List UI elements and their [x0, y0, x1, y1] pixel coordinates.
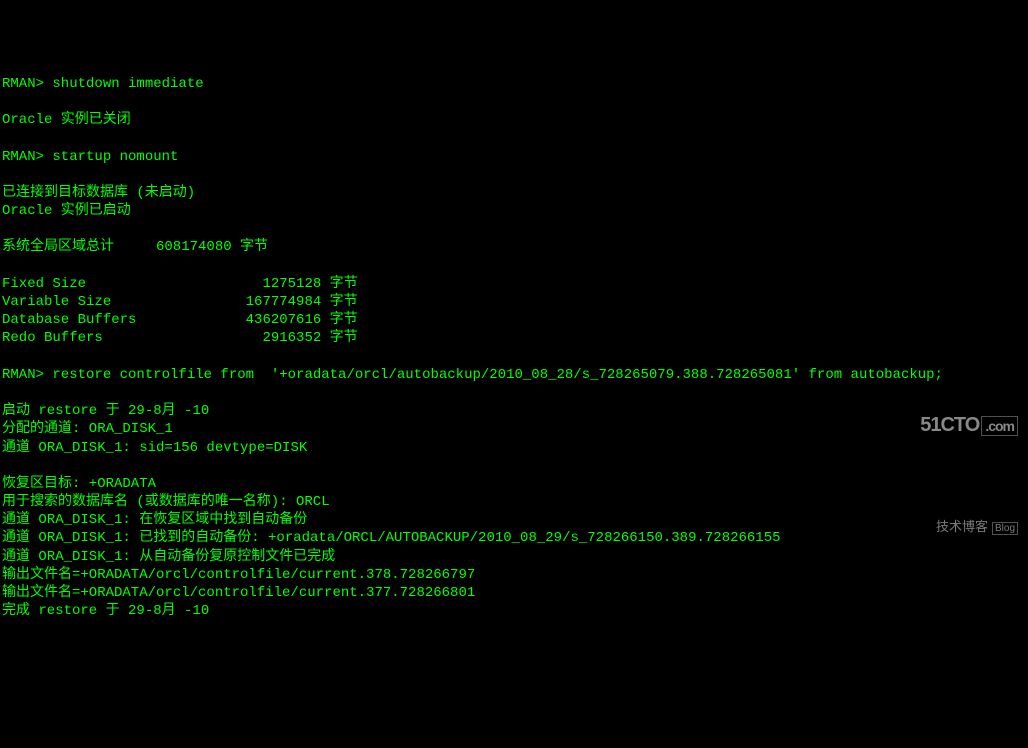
sga-total: 系统全局区域总计 608174080 字节 — [2, 239, 268, 255]
channel-alloc: 分配的通道: ORA_DISK_1 — [2, 421, 173, 437]
oracle-closed-msg: Oracle 实例已关闭 — [2, 112, 131, 128]
variable-size: Variable Size 167774984 字节 — [2, 294, 358, 310]
database-buffers: Database Buffers 436207616 字节 — [2, 312, 358, 328]
rman-prompt-shutdown: RMAN> shutdown immediate — [2, 76, 204, 92]
channel-restore-done: 通道 ORA_DISK_1: 从自动备份复原控制文件已完成 — [2, 549, 335, 565]
restore-start: 启动 restore 于 29-8月 -10 — [2, 403, 209, 419]
rman-prompt-startup: RMAN> startup nomount — [2, 149, 178, 165]
connected-msg: 已连接到目标数据库 (未启动) — [2, 185, 195, 201]
restore-done: 完成 restore 于 29-8月 -10 — [2, 603, 209, 619]
recovery-dest: 恢复区目标: +ORADATA — [2, 476, 156, 492]
watermark-domain: 51CTO.com — [902, 386, 1018, 464]
rman-prompt-restore: RMAN> restore controlfile from '+oradata… — [2, 367, 943, 383]
channel-found: 通道 ORA_DISK_1: 在恢复区域中找到自动备份 — [2, 512, 307, 528]
fixed-size: Fixed Size 1275128 字节 — [2, 276, 358, 292]
output-file-2: 输出文件名=+ORADATA/orcl/controlfile/current.… — [2, 585, 475, 601]
channel-info: 通道 ORA_DISK_1: sid=156 devtype=DISK — [2, 440, 307, 456]
output-file-1: 输出文件名=+ORADATA/orcl/controlfile/current.… — [2, 567, 475, 583]
channel-backup: 通道 ORA_DISK_1: 已找到的自动备份: +oradata/ORCL/A… — [2, 530, 781, 546]
oracle-started-msg: Oracle 实例已启动 — [2, 203, 131, 219]
watermark-subtitle: 技术博客Blog — [902, 502, 1018, 553]
redo-buffers: Redo Buffers 2916352 字节 — [2, 330, 358, 346]
watermark: 51CTO.com 技术博客Blog — [902, 349, 1018, 571]
terminal-output: RMAN> shutdown immediate Oracle 实例已关闭 RM… — [2, 75, 1026, 621]
db-name-search: 用于搜索的数据库名 (或数据库的唯一名称): ORCL — [2, 494, 330, 510]
